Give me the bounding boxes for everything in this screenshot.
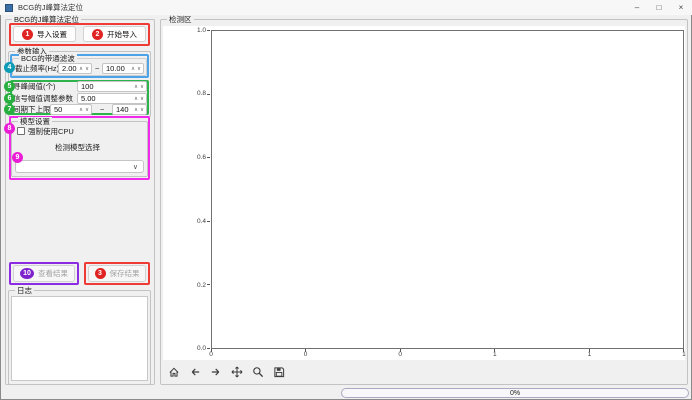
tick-mark bbox=[207, 94, 210, 95]
import-settings-label: 导入设置 bbox=[37, 29, 67, 40]
spin-up-icon[interactable]: ∧ bbox=[134, 84, 138, 90]
spin-up-icon[interactable]: ∧ bbox=[79, 66, 83, 72]
spin-down-icon[interactable]: ∨ bbox=[140, 96, 144, 102]
start-import-button[interactable]: 2 开始导入 bbox=[83, 26, 146, 42]
pan-icon[interactable] bbox=[228, 363, 245, 380]
tick-mark bbox=[207, 221, 210, 222]
home-icon[interactable] bbox=[165, 363, 182, 380]
start-import-label: 开始导入 bbox=[107, 29, 137, 40]
force-cpu-label: 强制使用CPU bbox=[28, 126, 74, 137]
tick-mark bbox=[494, 349, 495, 352]
tick-mark bbox=[589, 349, 590, 352]
tick-mark bbox=[207, 348, 210, 349]
badge-2: 2 bbox=[92, 29, 103, 40]
badge-7: 7 bbox=[4, 104, 15, 115]
maximize-button[interactable]: □ bbox=[648, 0, 670, 15]
badge-10: 10 bbox=[20, 268, 34, 279]
left-panel-group-title: BCG的J峰算法定位 bbox=[12, 15, 81, 24]
spin-up-icon[interactable]: ∧ bbox=[131, 66, 135, 72]
window-controls: – □ × bbox=[626, 0, 692, 15]
peak-threshold-spinbox[interactable]: 100 ∧∨ bbox=[77, 81, 147, 92]
cutoff-low-value: 2.00 bbox=[59, 64, 79, 73]
tick-mark bbox=[400, 349, 401, 352]
tick-mark bbox=[207, 284, 210, 285]
amplitude-param-value: 5.00 bbox=[78, 94, 134, 103]
view-results-label: 查看结果 bbox=[38, 268, 68, 279]
spin-up-icon[interactable]: ∧ bbox=[134, 107, 138, 113]
tick-mark bbox=[207, 30, 210, 31]
x-tick-labels: 000111 bbox=[211, 351, 684, 359]
app-window: { "window": { "title": "BCG的J峰算法定位", "mi… bbox=[0, 0, 692, 400]
cutoff-freq-label: 截止频率(Hz): bbox=[15, 63, 61, 74]
progress-bar: 0% bbox=[341, 388, 689, 398]
cutoff-high-value: 10.00 bbox=[103, 64, 131, 73]
close-button[interactable]: × bbox=[670, 0, 692, 15]
tick-mark bbox=[207, 157, 210, 158]
plot-axes[interactable] bbox=[211, 30, 684, 349]
cutoff-high-spinbox[interactable]: 10.00 ∧∨ bbox=[102, 63, 144, 74]
cutoff-range-separator: ~ bbox=[95, 63, 99, 74]
window-title: BCG的J峰算法定位 bbox=[18, 2, 83, 13]
log-group-title: 日志 bbox=[15, 286, 34, 295]
title-bar: BCG的J峰算法定位 bbox=[0, 0, 692, 15]
y-tick-marks bbox=[207, 30, 210, 349]
interval-low-value: 50 bbox=[51, 105, 79, 114]
forward-arrow-icon[interactable] bbox=[207, 363, 224, 380]
interval-high-value: 140 bbox=[113, 105, 134, 114]
bandpass-group-title: BCG的带通滤波 bbox=[19, 54, 77, 63]
save-icon[interactable] bbox=[270, 363, 287, 380]
amplitude-param-spinbox[interactable]: 5.00 ∧∨ bbox=[77, 93, 147, 104]
badge-5: 5 bbox=[4, 81, 15, 92]
import-settings-button[interactable]: 1 导入设置 bbox=[13, 26, 76, 42]
model-select-combobox[interactable]: ∨ bbox=[15, 160, 144, 173]
save-results-label: 保存结果 bbox=[110, 268, 140, 279]
tick-mark bbox=[211, 349, 212, 352]
zoom-icon[interactable] bbox=[249, 363, 266, 380]
plot-toolbar bbox=[165, 363, 287, 380]
back-arrow-icon[interactable] bbox=[186, 363, 203, 380]
spin-down-icon[interactable]: ∨ bbox=[137, 66, 141, 72]
progress-text: 0% bbox=[510, 390, 520, 397]
view-results-button[interactable]: 10 查看结果 bbox=[13, 265, 75, 282]
interval-high-spinbox[interactable]: 140 ∧∨ bbox=[112, 104, 147, 115]
model-group-title: 模型设置 bbox=[18, 117, 52, 126]
plot-group-title: 检测区 bbox=[167, 15, 194, 24]
badge-9: 9 bbox=[12, 152, 23, 163]
y-tick-labels: 1.00.80.60.40.20.0 bbox=[185, 30, 206, 349]
minimize-button[interactable]: – bbox=[626, 0, 648, 15]
spin-up-icon[interactable]: ∧ bbox=[134, 96, 138, 102]
spin-down-icon[interactable]: ∨ bbox=[140, 107, 144, 113]
interval-low-spinbox[interactable]: 50 ∧∨ bbox=[50, 104, 92, 115]
spin-down-icon[interactable]: ∨ bbox=[85, 66, 89, 72]
x-tick-marks bbox=[211, 349, 684, 352]
spin-up-icon[interactable]: ∧ bbox=[79, 107, 83, 113]
chevron-down-icon: ∨ bbox=[133, 163, 138, 171]
force-cpu-checkbox[interactable] bbox=[17, 127, 25, 135]
amplitude-param-label: 信号幅值调整参数 bbox=[13, 93, 73, 104]
model-select-label: 检测模型选择 bbox=[55, 142, 100, 153]
badge-1: 1 bbox=[22, 29, 33, 40]
spin-down-icon[interactable]: ∨ bbox=[140, 84, 144, 90]
peak-threshold-label: 寻峰阈值(个) bbox=[13, 81, 56, 92]
badge-8: 8 bbox=[4, 123, 15, 134]
peak-threshold-value: 100 bbox=[78, 82, 134, 91]
badge-3: 3 bbox=[95, 268, 106, 279]
cutoff-low-spinbox[interactable]: 2.00 ∧∨ bbox=[58, 63, 92, 74]
badge-6: 6 bbox=[4, 93, 15, 104]
save-results-button[interactable]: 3 保存结果 bbox=[88, 265, 146, 282]
tick-mark bbox=[305, 349, 306, 352]
interval-range-separator: ~ bbox=[100, 104, 104, 115]
spin-down-icon[interactable]: ∨ bbox=[85, 107, 89, 113]
badge-4: 4 bbox=[4, 62, 15, 73]
app-icon bbox=[5, 4, 13, 12]
tick-mark bbox=[683, 349, 684, 352]
log-textarea[interactable] bbox=[11, 296, 148, 381]
